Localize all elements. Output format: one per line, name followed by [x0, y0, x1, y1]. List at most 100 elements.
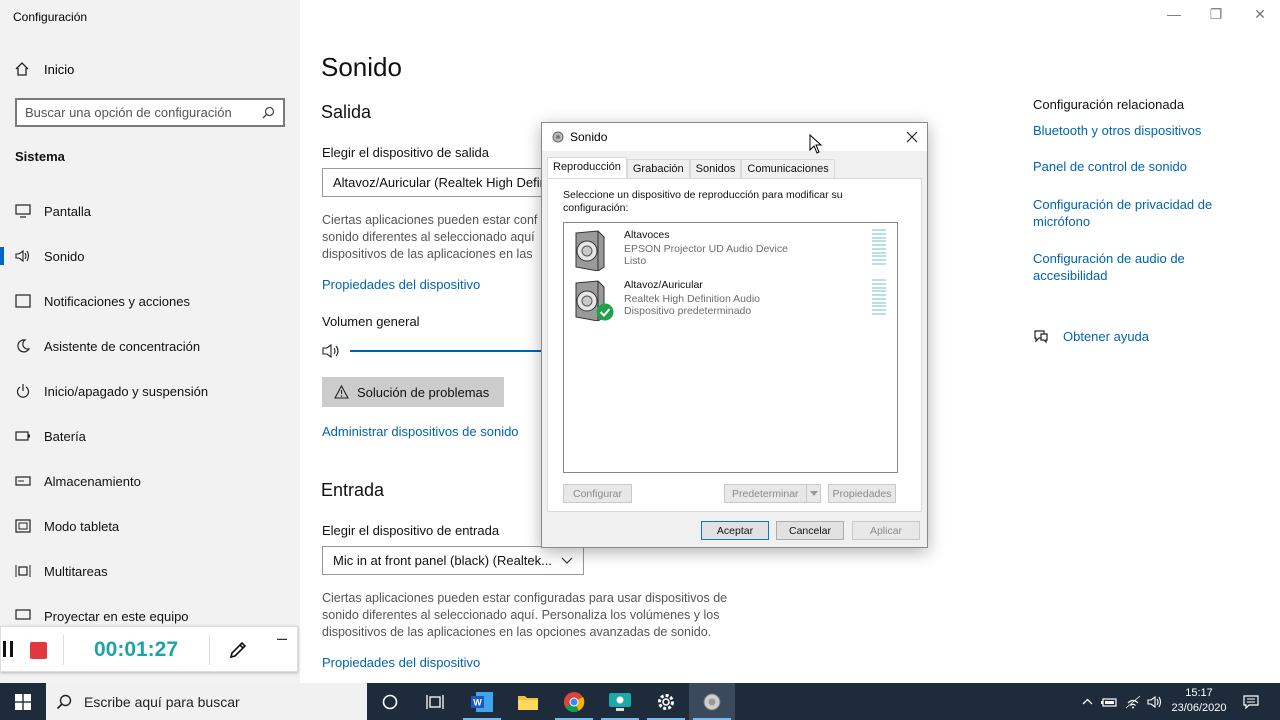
project-icon	[15, 608, 31, 624]
sound-app-icon[interactable]	[689, 683, 735, 720]
sidebar-item-label: Asistente de concentración	[44, 338, 201, 354]
mouse-cursor-icon	[809, 134, 823, 154]
volume-slider[interactable]	[322, 341, 552, 361]
troubleshoot-button[interactable]: Solución de problemas	[322, 377, 504, 407]
output-device-label: Elegir el dispositivo de salida	[322, 145, 489, 160]
action-center-icon[interactable]	[1240, 683, 1262, 720]
cancel-button[interactable]: Cancelar	[776, 521, 844, 540]
pause-button[interactable]	[3, 641, 13, 657]
sidebar-item-label: Batería	[44, 428, 86, 444]
level-meter	[872, 229, 886, 265]
taskbar-search-placeholder: Escribe aquí para buscar	[84, 693, 240, 710]
multitask-icon	[15, 563, 31, 579]
manage-devices-link[interactable]: Administrar dispositivos de sonido	[322, 424, 519, 439]
minimize-button[interactable]: —	[1164, 6, 1184, 22]
settings-search-input[interactable]: Buscar una opción de configuración	[15, 98, 285, 127]
microphone-privacy-link[interactable]: Configuración de privacidad de micrófono	[1033, 196, 1233, 230]
input-properties-link[interactable]: Propiedades del dispositivo	[322, 655, 480, 670]
sidebar-item-almacenamiento[interactable]: Almacenamiento	[0, 466, 300, 496]
device-item[interactable]: Altavoces EPSON Projector UD Audio Devic…	[570, 227, 890, 271]
tab-grabacion[interactable]: Grabación	[626, 159, 690, 179]
volume-icon[interactable]	[1145, 683, 1165, 720]
properties-button[interactable]: Propiedades	[828, 484, 896, 503]
word-icon[interactable]: W	[459, 683, 505, 720]
recorder-divider	[209, 635, 210, 665]
configure-button[interactable]: Configurar	[563, 484, 632, 503]
ok-button[interactable]: Aceptar	[701, 521, 769, 540]
sidebar-item-label: Modo tableta	[44, 518, 120, 534]
search-icon	[56, 694, 72, 709]
sidebar-item-notificaciones[interactable]: Notificaciones y acciones	[0, 286, 300, 316]
wifi-icon[interactable]	[1123, 683, 1143, 720]
sidebar-item-multitareas[interactable]: Multitareas	[0, 556, 300, 586]
svg-text:W: W	[473, 697, 482, 707]
search-placeholder: Buscar una opción de configuración	[25, 105, 232, 120]
home-icon	[15, 62, 29, 76]
clock-date: 23/06/2020	[1171, 702, 1227, 714]
sound-control-panel-link[interactable]: Panel de control de sonido	[1033, 158, 1233, 175]
recorder-minimize-button[interactable]: –	[277, 628, 287, 649]
tab-comunicaciones[interactable]: Comunicaciones	[741, 159, 835, 179]
volume-label: Volumen general	[322, 314, 420, 329]
tab-sonidos[interactable]: Sonidos	[689, 159, 742, 179]
maximize-button[interactable]: ❐	[1206, 6, 1226, 23]
taskbar-search-input[interactable]: Escribe aquí para buscar	[46, 683, 367, 720]
dialog-title: Sonido	[570, 130, 608, 144]
output-device-select[interactable]: Altavoz/Auricular (Realtek High Defin	[322, 168, 552, 197]
output-properties-link[interactable]: Propiedades del dispositivo	[322, 277, 480, 292]
recorder-divider	[63, 635, 64, 665]
sidebar-item-label: Almacenamiento	[44, 473, 141, 489]
sidebar-item-concentracion[interactable]: Asistente de concentración	[0, 331, 300, 361]
close-icon[interactable]	[903, 128, 921, 146]
battery-icon[interactable]	[1099, 683, 1119, 720]
bluetooth-link[interactable]: Bluetooth y otros dispositivos	[1033, 122, 1233, 139]
input-description: Ciertas aplicaciones pueden estar config…	[322, 591, 728, 639]
sidebar-home-label: Inicio	[44, 61, 75, 77]
start-button[interactable]	[0, 683, 46, 720]
close-window-button[interactable]: ✕	[1250, 6, 1270, 23]
get-help-link[interactable]: Obtener ayuda	[1033, 329, 1149, 344]
tab-reproduccion[interactable]: Reproducción	[547, 157, 627, 179]
volume-track	[350, 350, 550, 352]
set-default-button[interactable]: Predeterminar	[724, 484, 821, 503]
file-explorer-icon[interactable]	[505, 683, 551, 720]
help-icon	[1034, 330, 1048, 344]
cortana-icon[interactable]	[367, 683, 413, 720]
search-icon	[262, 106, 275, 119]
notification-icon	[15, 293, 31, 309]
default-check-icon	[596, 303, 614, 321]
sidebar-item-modo-tableta[interactable]: Modo tableta	[0, 511, 300, 541]
settings-gear-icon[interactable]	[643, 683, 689, 720]
sidebar-item-label: Multitareas	[44, 563, 108, 579]
level-meter	[872, 279, 886, 315]
sidebar-home[interactable]: Inicio	[14, 60, 74, 78]
dialog-tabs: Reproducción Grabación Sonidos Comunicac…	[547, 157, 835, 179]
meeting-app-icon[interactable]	[597, 683, 643, 720]
dialog-titlebar[interactable]: Sonido	[542, 123, 927, 151]
chrome-icon[interactable]	[551, 683, 597, 720]
taskbar-clock[interactable]: 15:17 23/06/2020	[1164, 686, 1234, 716]
chevron-up-icon[interactable]	[1078, 683, 1096, 720]
sidebar-item-pantalla[interactable]: Pantalla	[0, 196, 300, 226]
set-default-label: Predeterminar	[732, 487, 799, 500]
task-view-icon[interactable]	[412, 683, 458, 720]
device-name: Altavoces	[624, 229, 670, 241]
sidebar-section-title: Sistema	[15, 149, 65, 164]
stop-button[interactable]	[30, 642, 47, 659]
recording-timer: 00:01:27	[93, 638, 179, 661]
window-title: Configuración	[13, 10, 88, 24]
chevron-down-icon[interactable]	[806, 485, 820, 502]
device-item[interactable]: Altavoz/Auricular Realtek High Definitio…	[570, 277, 890, 321]
sidebar-item-bateria[interactable]: Batería	[0, 421, 300, 451]
sidebar-item-label: Pantalla	[44, 203, 91, 219]
apply-button[interactable]: Aplicar	[852, 521, 920, 540]
pen-icon[interactable]	[227, 639, 249, 666]
windows-logo-icon	[15, 693, 31, 710]
sidebar-item-inicio-apagado[interactable]: Inicio/apagado y suspensión	[0, 376, 300, 406]
sidebar-item-sonido[interactable]: Sonido	[0, 241, 300, 271]
audio-accessibility-link[interactable]: Configuración de audio de accesibilidad	[1033, 250, 1233, 284]
input-device-select[interactable]: Mic in at front panel (black) (Realtek..…	[322, 546, 584, 575]
moon-icon	[15, 338, 31, 354]
speaker-device-icon	[575, 230, 605, 271]
device-list[interactable]: Altavoces EPSON Projector UD Audio Devic…	[563, 222, 898, 473]
